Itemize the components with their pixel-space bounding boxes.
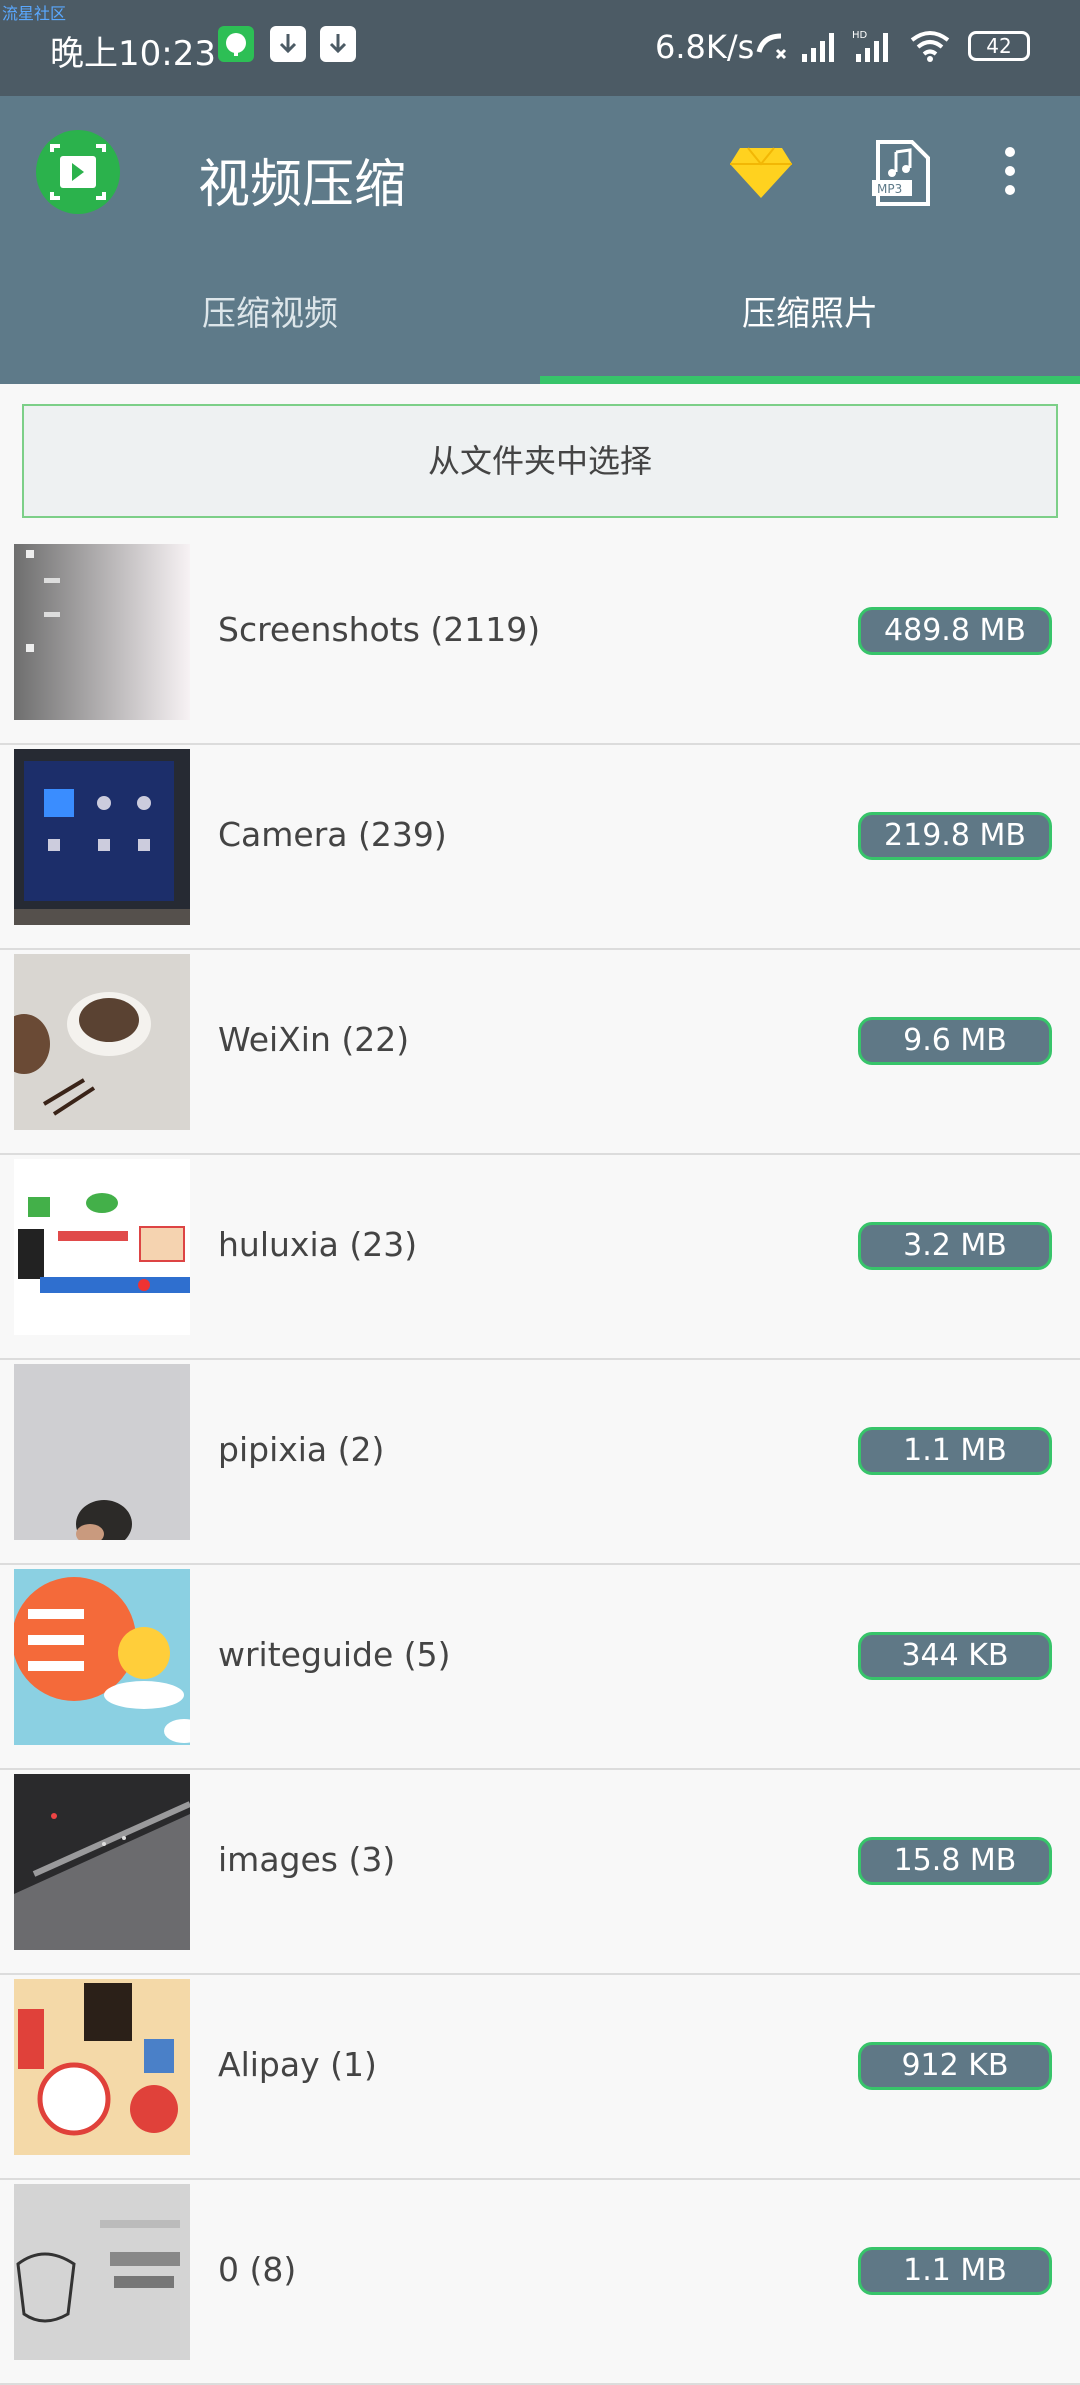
- network-speed: 6.8K/s: [655, 28, 755, 66]
- folder-list: Screenshots (2119) 489.8 MB Camera (239)…: [0, 540, 1080, 2385]
- premium-diamond-icon[interactable]: [726, 142, 796, 202]
- folder-size-badge: 489.8 MB: [858, 607, 1052, 655]
- folder-size-badge: 1.1 MB: [858, 1427, 1052, 1475]
- call-icon: [756, 33, 787, 60]
- folder-thumbnail: [14, 1364, 190, 1540]
- mp3-file-icon[interactable]: MP3: [870, 138, 934, 208]
- tab-indicator: [540, 376, 1080, 384]
- select-from-folder-button[interactable]: 从文件夹中选择: [22, 404, 1058, 518]
- svg-text:HD: HD: [852, 30, 868, 41]
- watermark-text: 流星社区: [2, 4, 67, 23]
- tab-compress-video[interactable]: 压缩视频: [0, 286, 540, 335]
- status-time: 晚上10:23: [50, 34, 216, 74]
- folder-thumbnail: [14, 1774, 190, 1950]
- folder-row-0[interactable]: 0 (8) 1.1 MB: [0, 2180, 1080, 2385]
- folder-row-weixin[interactable]: WeiXin (22) 9.6 MB: [0, 950, 1080, 1155]
- folder-row-screenshots[interactable]: Screenshots (2119) 489.8 MB: [0, 540, 1080, 745]
- wifi-icon: [910, 31, 950, 62]
- tab-compress-photo[interactable]: 压缩照片: [540, 286, 1080, 335]
- status-bar: 流星社区 晚上10:23 6.8K/s HD 42: [0, 0, 1080, 96]
- app-logo-icon: [36, 130, 120, 214]
- app-title: 视频压缩: [198, 155, 407, 215]
- folder-row-huluxia[interactable]: huluxia (23) 3.2 MB: [0, 1155, 1080, 1360]
- folder-name: Screenshots (2119): [218, 610, 541, 649]
- download-notification-icon: [270, 26, 306, 62]
- folder-name: 0 (8): [218, 2250, 297, 2289]
- folder-size-badge: 912 KB: [858, 2042, 1052, 2090]
- folder-thumbnail: [14, 2184, 190, 2360]
- chat-notification-icon: [218, 26, 254, 62]
- svg-text:MP3: MP3: [877, 182, 902, 196]
- folder-row-images[interactable]: images (3) 15.8 MB: [0, 1770, 1080, 1975]
- folder-name: images (3): [218, 1840, 396, 1879]
- folder-size-badge: 344 KB: [858, 1632, 1052, 1680]
- signal-icon: [802, 33, 834, 62]
- folder-thumbnail: [14, 749, 190, 925]
- folder-row-camera[interactable]: Camera (239) 219.8 MB: [0, 745, 1080, 950]
- app-bar: 视频压缩 MP3 压缩视频 压缩照片: [0, 96, 1080, 384]
- folder-row-alipay[interactable]: Alipay (1) 912 KB: [0, 1975, 1080, 2180]
- folder-thumbnail: [14, 1159, 190, 1335]
- folder-name: huluxia (23): [218, 1225, 418, 1264]
- folder-thumbnail: [14, 954, 190, 1130]
- more-vert-icon[interactable]: [1004, 146, 1016, 196]
- folder-row-writeguide[interactable]: writeguide (5) 344 KB: [0, 1565, 1080, 1770]
- folder-name: WeiXin (22): [218, 1020, 410, 1059]
- folder-name: writeguide (5): [218, 1635, 451, 1674]
- folder-size-badge: 1.1 MB: [858, 2247, 1052, 2295]
- battery-indicator: 42: [968, 31, 1030, 61]
- signal-hd-icon: HD: [852, 30, 888, 62]
- folder-size-badge: 3.2 MB: [858, 1222, 1052, 1270]
- folder-thumbnail: [14, 1569, 190, 1745]
- folder-size-badge: 219.8 MB: [858, 812, 1052, 860]
- download-notification-icon-2: [320, 26, 356, 62]
- folder-row-pipixia[interactable]: pipixia (2) 1.1 MB: [0, 1360, 1080, 1565]
- folder-thumbnail: [14, 544, 190, 720]
- folder-size-badge: 15.8 MB: [858, 1837, 1052, 1885]
- folder-name: Camera (239): [218, 815, 447, 854]
- folder-thumbnail: [14, 1979, 190, 2155]
- folder-size-badge: 9.6 MB: [858, 1017, 1052, 1065]
- folder-name: pipixia (2): [218, 1430, 385, 1469]
- folder-name: Alipay (1): [218, 2045, 377, 2084]
